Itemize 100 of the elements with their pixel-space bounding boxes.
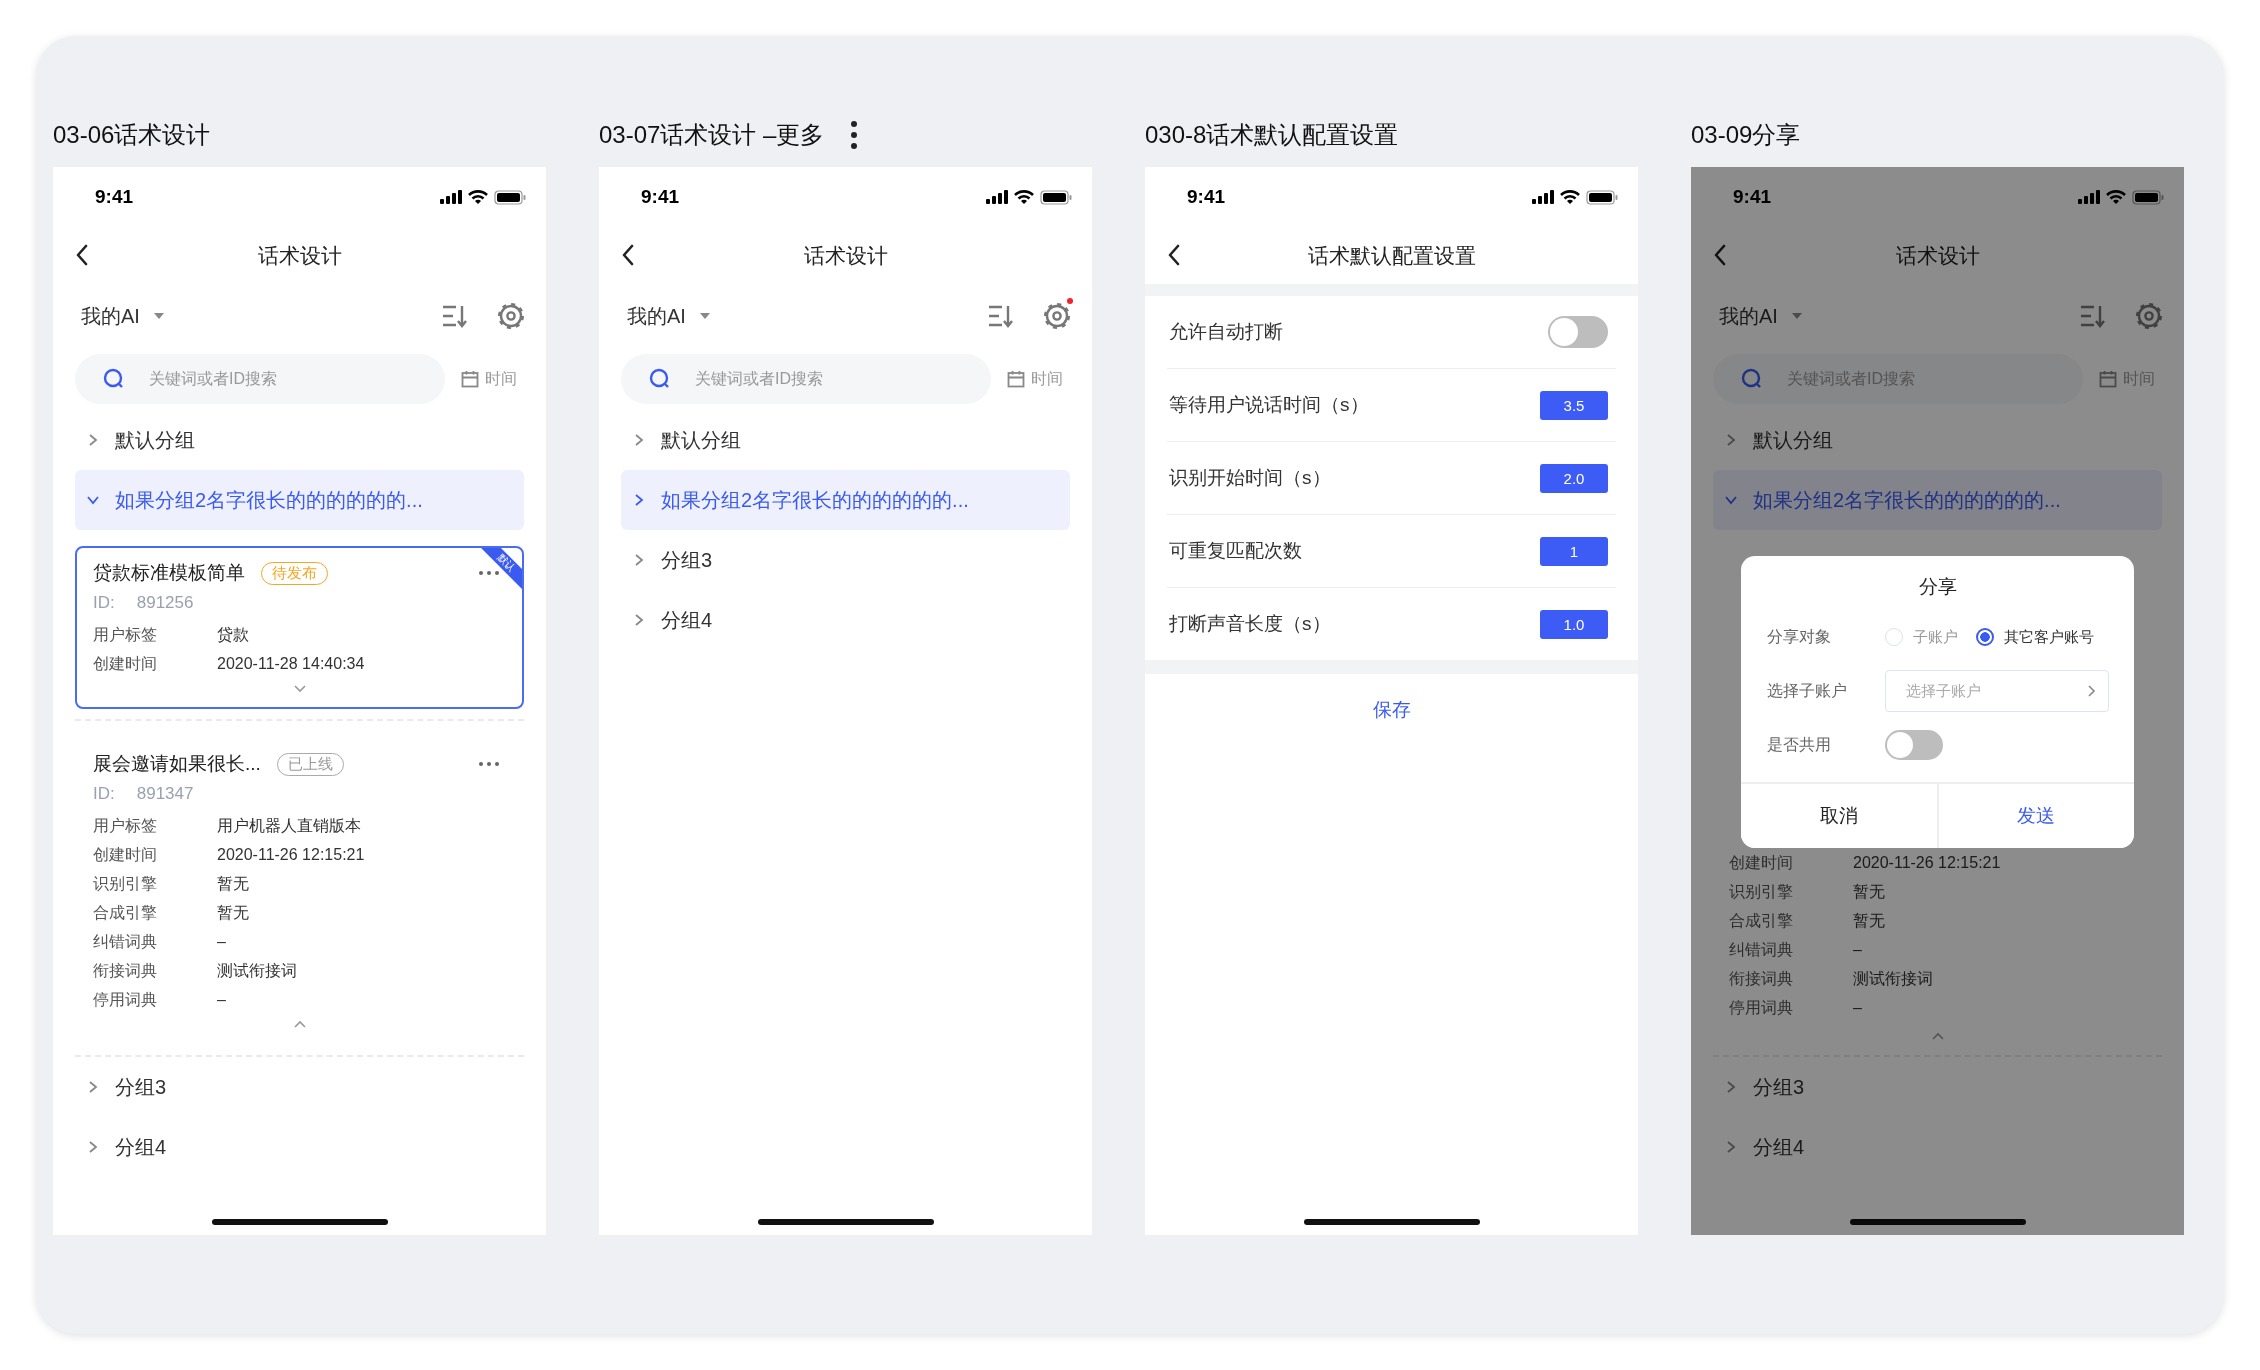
field-label: 纠错词典 [1729,940,1794,960]
field-label: 衔接词典 [1729,969,1794,989]
setting-label: 等待用户说话时间（s） [1169,393,1369,417]
toggle-switch[interactable] [1885,730,1943,760]
radio-option[interactable]: 其它客户账号 [1976,627,2094,647]
chevron-right-icon [2087,684,2096,698]
signal-icon [2078,190,2100,204]
field-value: 暂无 [217,874,250,894]
field-value: 2020-11-26 12:15:21 [217,845,366,865]
screen-title: 话术设计 [1895,242,1980,269]
expand-chevron-icon[interactable] [1930,1032,1945,1041]
field-value: 2020-11-26 12:15:21 [1853,853,2002,873]
field-label: 衔接词典 [93,961,158,981]
field-label: 合成引擎 [93,903,158,923]
group-row[interactable]: 默认分组 [1713,410,2162,470]
wifi-icon [1014,189,1034,205]
calendar-icon [1007,370,1025,388]
settings-icon[interactable] [2136,303,2162,329]
send-button[interactable]: 发送 [1936,784,2134,848]
time-filter-button[interactable]: 时间 [1007,368,1063,390]
expand-chevron-icon[interactable] [292,684,307,693]
field-value: 用户机器人直销版本 [217,816,362,836]
id-value: 891347 [136,784,194,804]
group-row[interactable]: 如果分组2名字很长的的的的的的... [75,470,524,530]
battery-icon [1040,189,1072,205]
field-value: 暂无 [1853,882,1886,902]
sort-icon[interactable] [2080,304,2106,328]
search-field[interactable]: 关键词或者ID搜索 [75,354,445,404]
back-icon[interactable] [1167,244,1181,266]
artboard-title: 030-8话术默认配置设置 [1145,120,1399,150]
value-field[interactable]: 3.5 [1540,390,1608,420]
form-label: 分享对象 [1767,626,1832,647]
sort-icon[interactable] [442,304,468,328]
field-value: 2020-11-28 14:40:34 [217,654,366,674]
field-label: 合成引擎 [1729,911,1794,931]
status-time: 9:41 [95,186,134,208]
setting-label: 允许自动打断 [1169,320,1283,344]
id-label: ID: [93,784,115,804]
status-time: 9:41 [1187,186,1226,208]
value-field[interactable]: 1 [1540,536,1608,566]
setting-label: 识别开始时间（s） [1169,466,1331,490]
group-row[interactable]: 分组3 [621,530,1070,590]
account-dropdown[interactable]: 我的AI [627,302,710,330]
field-value: – [1853,940,1863,960]
dialog-title: 分享 [1917,575,1958,599]
field-label: 识别引擎 [1729,882,1794,902]
wifi-icon [468,189,488,205]
group-row[interactable]: 默认分组 [75,410,524,470]
group-row[interactable]: 分组4 [75,1117,524,1177]
field-value: – [217,932,227,952]
script-card[interactable]: 默认 贷款标准模板简单 待发布 ID: 891256 用户标签 贷款 创建时间 2020-11-28 14:40:34 [75,546,524,709]
value-field[interactable]: 1.0 [1540,609,1608,639]
id-label: ID: [93,593,115,613]
script-card[interactable]: 展会邀请如果很长... 已上线 ID: 891347 用户标签 用户机器人直销版本 创建时间 2020-11-26 12:15:21 识别引擎 暂无 合成引擎 暂无 纠错词典 – 衔接词典 测试衔接词 停用词典 – [75,737,524,1045]
group-row[interactable]: 分组3 [75,1057,524,1117]
account-dropdown[interactable]: 我的AI [81,302,164,330]
setting-label: 可重复匹配次数 [1169,539,1302,563]
field-label: 停用词典 [93,990,158,1010]
time-filter-button[interactable]: 时间 [461,368,517,390]
caret-icon [153,313,164,319]
back-icon[interactable] [621,244,635,266]
form-label: 选择子账户 [1767,680,1848,701]
group-row[interactable]: 如果分组2名字很长的的的的的的... [621,470,1070,530]
search-icon [649,368,671,390]
group-row[interactable]: 分组4 [1713,1117,2162,1177]
field-value: – [217,990,227,1010]
settings-icon[interactable] [498,303,524,329]
settings-icon[interactable] [1044,303,1070,329]
signal-icon [986,190,1008,204]
group-row[interactable]: 默认分组 [621,410,1070,470]
card-title: 贷款标准模板简单 [93,561,245,585]
setting-label: 打断声音长度（s） [1169,612,1331,636]
account-dropdown[interactable]: 我的AI [1719,302,1802,330]
calendar-icon [461,370,479,388]
caret-icon [699,313,710,319]
value-field[interactable]: 2.0 [1540,463,1608,493]
screen-title: 话术设计 [803,242,888,269]
sort-icon[interactable] [988,304,1014,328]
more-icon[interactable] [478,570,500,576]
radio-option[interactable]: 子账户 [1885,627,1958,647]
more-vertical-icon[interactable] [850,120,859,150]
toggle-switch[interactable] [1548,316,1608,348]
battery-icon [1586,189,1618,205]
field-value: 暂无 [217,903,250,923]
field-label: 用户标签 [93,816,158,836]
calendar-icon [2099,370,2117,388]
artboard-title: 03-06话术设计 [53,120,211,150]
group-row[interactable]: 如果分组2名字很长的的的的的的... [1713,470,2162,530]
back-icon[interactable] [75,244,89,266]
more-icon[interactable] [478,761,500,767]
group-row[interactable]: 分组3 [1713,1057,2162,1117]
status-time: 9:41 [1733,186,1772,208]
screen-title: 话术设计 [257,242,342,269]
expand-chevron-icon[interactable] [292,1020,307,1029]
group-row[interactable]: 分组4 [621,590,1070,650]
field-label: 纠错词典 [93,932,158,952]
field-value: 测试衔接词 [1853,969,1934,989]
field-value: – [1853,998,1863,1018]
search-field[interactable]: 关键词或者ID搜索 [621,354,991,404]
field-label: 识别引擎 [93,874,158,894]
